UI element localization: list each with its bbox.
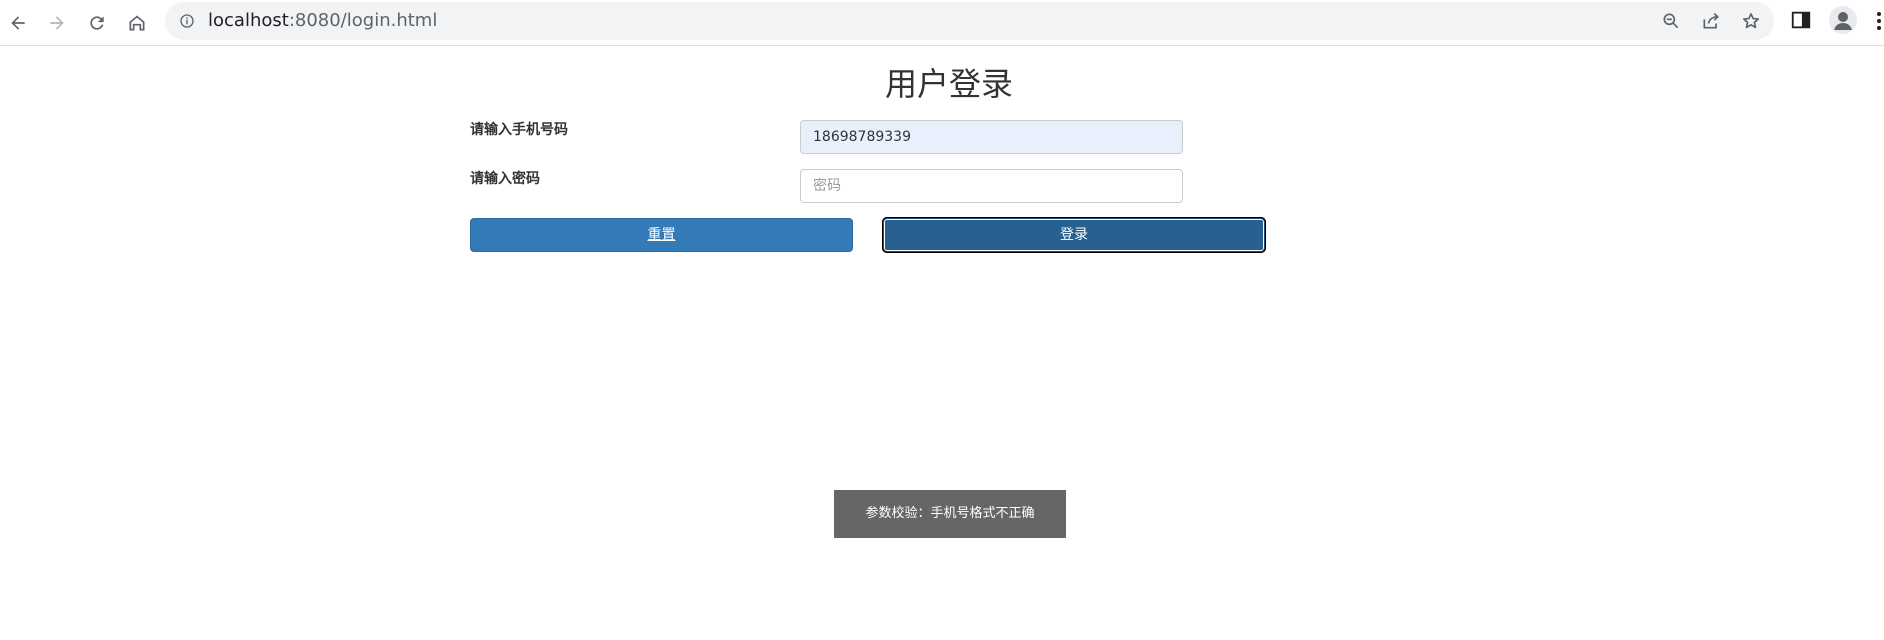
- login-button-label: 登录: [1060, 227, 1088, 243]
- page-title: 用户登录: [884, 65, 1013, 103]
- reset-button-label: 重置: [647, 227, 676, 243]
- password-input[interactable]: [800, 169, 1183, 203]
- reload-button[interactable]: [81, 7, 113, 39]
- url-path: :8080/login.html: [288, 10, 438, 31]
- url-text[interactable]: localhost:8080/login.html: [208, 10, 437, 32]
- zoom-icon[interactable]: [1661, 11, 1681, 31]
- address-bar[interactable]: localhost:8080/login.html: [165, 2, 1774, 40]
- phone-label: 请输入手机号码: [470, 122, 568, 138]
- password-label: 请输入密码: [470, 171, 540, 187]
- info-icon[interactable]: [179, 13, 195, 29]
- arrow-left-icon: [11, 16, 25, 30]
- share-icon[interactable]: [1701, 11, 1721, 31]
- login-button[interactable]: 登录: [882, 217, 1266, 253]
- validation-toast: 参数校验：手机号格式不正确: [834, 490, 1066, 538]
- forward-button[interactable]: [41, 7, 73, 39]
- person-icon: [1834, 12, 1852, 30]
- url-host: localhost: [208, 10, 289, 31]
- phone-input[interactable]: [800, 120, 1183, 154]
- page-content: 用户登录 请输入手机号码 请输入密码 重置 登录 参数校验：手机号格式不正确: [0, 47, 1884, 640]
- more-menu-icon[interactable]: [1874, 10, 1884, 32]
- home-icon: [129, 15, 145, 31]
- back-button[interactable]: [2, 7, 34, 39]
- home-button[interactable]: [121, 7, 153, 39]
- profile-avatar[interactable]: [1829, 6, 1857, 34]
- side-panel-icon[interactable]: [1790, 9, 1812, 31]
- star-icon[interactable]: [1741, 11, 1761, 31]
- arrow-right-icon: [50, 16, 64, 30]
- reset-button[interactable]: 重置: [470, 218, 853, 252]
- browser-toolbar: localhost:8080/login.html: [0, 0, 1884, 46]
- reload-icon: [90, 16, 104, 30]
